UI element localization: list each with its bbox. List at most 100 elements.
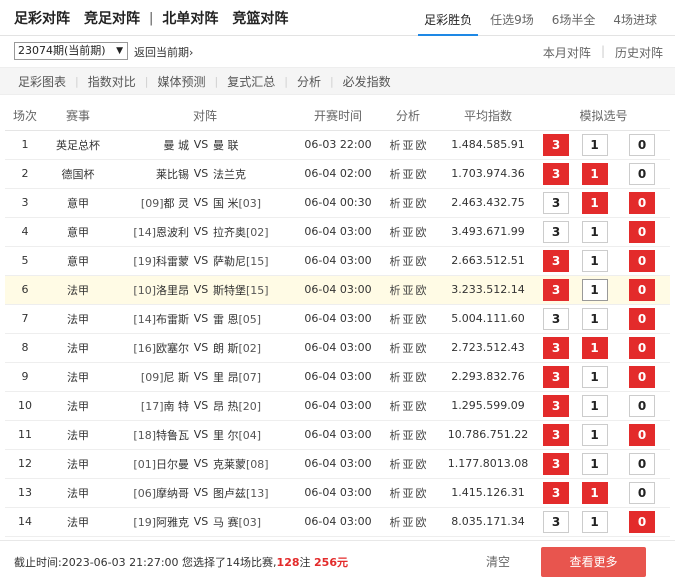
analysis-link[interactable]: 欧 bbox=[416, 342, 427, 355]
away-team[interactable]: 里 昂[07] bbox=[211, 362, 300, 392]
pick-0-button[interactable]: 0 bbox=[629, 481, 656, 504]
away-team[interactable]: 昂 热[20] bbox=[211, 391, 300, 421]
away-team[interactable]: 拉齐奥[02] bbox=[211, 217, 300, 247]
pick-0-button[interactable]: 0 bbox=[629, 220, 656, 243]
league-name[interactable]: 法甲 bbox=[45, 362, 111, 392]
league-name[interactable]: 法甲 bbox=[45, 391, 111, 421]
pick-0-button[interactable]: 0 bbox=[629, 191, 656, 214]
analysis-link[interactable]: 欧 bbox=[416, 255, 427, 268]
home-team[interactable]: [14]恩波利 bbox=[111, 217, 191, 247]
pick-0-button[interactable]: 0 bbox=[629, 452, 656, 475]
analysis-link[interactable]: 析 bbox=[390, 313, 401, 326]
pick-3-button[interactable]: 3 bbox=[543, 510, 570, 533]
analysis-link[interactable]: 析 bbox=[390, 516, 401, 529]
analysis-link[interactable]: 欧 bbox=[416, 400, 427, 413]
pick-3-button[interactable]: 3 bbox=[543, 307, 570, 330]
analysis-link[interactable]: 欧 bbox=[416, 487, 427, 500]
analysis-link[interactable]: 析 bbox=[390, 226, 401, 239]
league-name[interactable]: 英足总杯 bbox=[45, 130, 111, 160]
home-team[interactable]: [18]特鲁瓦 bbox=[111, 420, 191, 450]
pick-1-button[interactable]: 1 bbox=[581, 481, 608, 504]
analysis-link[interactable]: 亚 bbox=[403, 284, 414, 297]
league-name[interactable]: 法甲 bbox=[45, 304, 111, 334]
analysis-link[interactable]: 亚 bbox=[403, 226, 414, 239]
pick-3-button[interactable]: 3 bbox=[543, 394, 570, 417]
away-team[interactable]: 雷 恩[05] bbox=[211, 304, 300, 334]
away-team[interactable]: 国 米[03] bbox=[211, 188, 300, 218]
away-team[interactable]: 斯特堡[15] bbox=[211, 275, 300, 305]
analysis-link[interactable]: 亚 bbox=[403, 139, 414, 152]
league-name[interactable]: 法甲 bbox=[45, 275, 111, 305]
home-team[interactable]: [09]尼 斯 bbox=[111, 362, 191, 392]
away-team[interactable]: 里 尔[04] bbox=[211, 420, 300, 450]
analysis-link[interactable]: 析 bbox=[390, 284, 401, 297]
pick-0-button[interactable]: 0 bbox=[629, 162, 656, 185]
analysis-link[interactable]: 析 bbox=[390, 197, 401, 210]
pick-0-button[interactable]: 0 bbox=[629, 365, 656, 388]
pick-3-button[interactable]: 3 bbox=[543, 162, 570, 185]
league-name[interactable]: 意甲 bbox=[45, 188, 111, 218]
pick-1-button[interactable]: 1 bbox=[581, 510, 608, 533]
pick-0-button[interactable]: 0 bbox=[629, 249, 656, 272]
analysis-link[interactable]: 亚 bbox=[403, 400, 414, 413]
pick-3-button[interactable]: 3 bbox=[543, 278, 570, 301]
league-name[interactable]: 法甲 bbox=[45, 478, 111, 508]
home-team[interactable]: [09]都 灵 bbox=[111, 188, 191, 218]
home-team[interactable]: 莱比锡 bbox=[111, 159, 191, 189]
home-team[interactable]: [10]洛里昂 bbox=[111, 275, 191, 305]
analysis-link[interactable]: 析 bbox=[390, 168, 401, 181]
pick-0-button[interactable]: 0 bbox=[629, 278, 656, 301]
analysis-link[interactable]: 亚 bbox=[403, 371, 414, 384]
pick-1-button[interactable]: 1 bbox=[581, 394, 608, 417]
analysis-link[interactable]: 析 bbox=[390, 139, 401, 152]
pick-1-button[interactable]: 1 bbox=[581, 278, 608, 301]
league-name[interactable]: 法甲 bbox=[45, 420, 111, 450]
pick-1-button[interactable]: 1 bbox=[581, 307, 608, 330]
league-name[interactable]: 法甲 bbox=[45, 449, 111, 479]
league-name[interactable]: 法甲 bbox=[45, 507, 111, 537]
pick-1-button[interactable]: 1 bbox=[581, 249, 608, 272]
home-team[interactable]: [19]科雷蒙 bbox=[111, 246, 191, 276]
issue-select[interactable]: 23074期(当前期) ▼ bbox=[14, 42, 128, 60]
pick-1-button[interactable]: 1 bbox=[581, 220, 608, 243]
home-team[interactable]: [01]日尔曼 bbox=[111, 449, 191, 479]
pick-0-button[interactable]: 0 bbox=[629, 423, 656, 446]
league-name[interactable]: 德国杯 bbox=[45, 159, 111, 189]
pick-3-button[interactable]: 3 bbox=[543, 220, 570, 243]
pick-1-button[interactable]: 1 bbox=[581, 452, 608, 475]
pick-1-button[interactable]: 1 bbox=[581, 133, 608, 156]
away-team[interactable]: 曼 联 bbox=[211, 130, 300, 160]
analysis-link[interactable]: 亚 bbox=[403, 516, 414, 529]
home-team[interactable]: [14]布雷斯 bbox=[111, 304, 191, 334]
analysis-link[interactable]: 亚 bbox=[403, 313, 414, 326]
analysis-link[interactable]: 亚 bbox=[403, 487, 414, 500]
pick-1-button[interactable]: 1 bbox=[581, 162, 608, 185]
pick-3-button[interactable]: 3 bbox=[543, 365, 570, 388]
analysis-link[interactable]: 亚 bbox=[403, 342, 414, 355]
tab-shengfu[interactable]: 足彩胜负 bbox=[418, 11, 479, 36]
pick-3-button[interactable]: 3 bbox=[543, 191, 570, 214]
pick-0-button[interactable]: 0 bbox=[629, 394, 656, 417]
pick-3-button[interactable]: 3 bbox=[543, 481, 570, 504]
nav-jingzu[interactable]: 竞足对阵 bbox=[84, 8, 140, 28]
subnav-item[interactable]: 复式汇总 bbox=[227, 73, 275, 90]
month-fixtures-link[interactable]: 本月对阵 bbox=[543, 44, 591, 61]
clear-button[interactable]: 清空 bbox=[486, 553, 510, 570]
analysis-link[interactable]: 析 bbox=[390, 371, 401, 384]
analysis-link[interactable]: 欧 bbox=[416, 429, 427, 442]
analysis-link[interactable]: 欧 bbox=[416, 458, 427, 471]
nav-basketball[interactable]: 竞篮对阵 bbox=[232, 8, 288, 28]
league-name[interactable]: 意甲 bbox=[45, 217, 111, 247]
analysis-link[interactable]: 欧 bbox=[416, 516, 427, 529]
analysis-link[interactable]: 析 bbox=[390, 487, 401, 500]
away-team[interactable]: 朗 斯[02] bbox=[211, 333, 300, 363]
history-fixtures-link[interactable]: 历史对阵 bbox=[615, 44, 663, 61]
subnav-item[interactable]: 必发指数 bbox=[343, 73, 391, 90]
pick-0-button[interactable]: 0 bbox=[629, 510, 656, 533]
pick-1-button[interactable]: 1 bbox=[581, 191, 608, 214]
analysis-link[interactable]: 欧 bbox=[416, 139, 427, 152]
subnav-item[interactable]: 媒体预测 bbox=[157, 73, 205, 90]
away-team[interactable]: 法兰克 bbox=[211, 159, 300, 189]
tab-6chang-banquan[interactable]: 6场半全 bbox=[552, 11, 596, 28]
away-team[interactable]: 克莱蒙[08] bbox=[211, 449, 300, 479]
